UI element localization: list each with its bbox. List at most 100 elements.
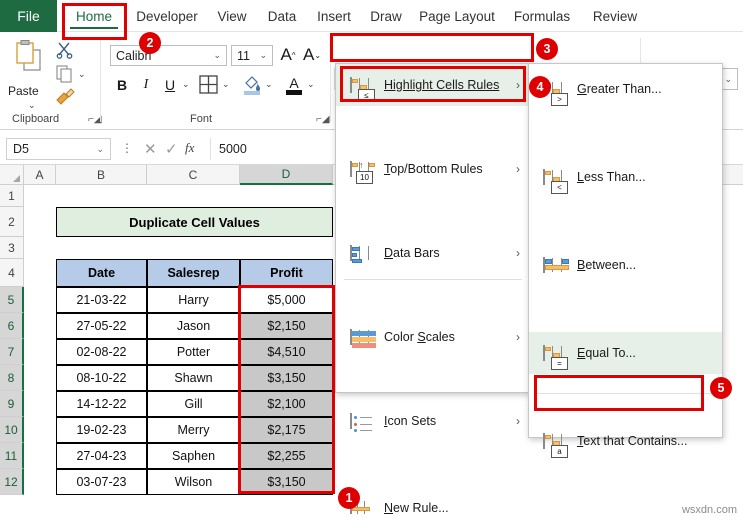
table-row[interactable]: Potter	[147, 339, 240, 365]
menu-item-top-bottom-rules[interactable]: 10 ↑ TTop/Bottom Rulesop/Bottom Rules ›	[336, 148, 530, 190]
chevron-down-icon[interactable]: ⌄	[724, 74, 732, 85]
col-header-a[interactable]: A	[24, 165, 56, 185]
insert-function-icon[interactable]: fx	[185, 140, 194, 156]
select-all-corner[interactable]	[0, 165, 24, 185]
paste-icon[interactable]	[14, 40, 48, 80]
submenu-item-greater-than[interactable]: > Greater Than...	[529, 68, 722, 110]
col-header-b[interactable]: B	[56, 165, 147, 185]
col-header-c[interactable]: C	[147, 165, 240, 185]
tab-developer[interactable]: Developer	[128, 0, 206, 32]
name-box[interactable]: D5 ⌄	[6, 138, 111, 160]
table-row[interactable]: Wilson	[147, 469, 240, 495]
table-row[interactable]: 08-10-22	[56, 365, 147, 391]
tab-insert[interactable]: Insert	[308, 0, 360, 32]
table-row[interactable]: Merry	[147, 417, 240, 443]
table-row[interactable]: 27-05-22	[56, 313, 147, 339]
formula-input-value: 5000	[219, 142, 247, 156]
row-header-7[interactable]: 7	[0, 339, 24, 365]
row-header-9[interactable]: 9	[0, 391, 24, 417]
tab-page-layout[interactable]: Page Layout	[412, 0, 502, 32]
copy-icon[interactable]	[56, 65, 76, 83]
menu-item-highlight-cells-rules[interactable]: ≤ Highlight Cells Rules ›	[336, 64, 530, 106]
table-row[interactable]: Saphen	[147, 443, 240, 469]
borders-caret-icon[interactable]: ⌄	[222, 79, 230, 90]
submenu-item-text-contains[interactable]: a Text that Contains...	[529, 420, 722, 462]
submenu-item-less-than[interactable]: < Less Than...	[529, 156, 722, 198]
tab-home[interactable]: Home	[62, 0, 126, 32]
icon-sets-icon	[350, 413, 372, 432]
table-row[interactable]: $2,100	[240, 391, 333, 417]
grow-font-button[interactable]: A ^	[278, 44, 298, 66]
font-size-combo[interactable]: 11 ⌄	[231, 45, 273, 66]
table-row[interactable]: Shawn	[147, 365, 240, 391]
row-header-6[interactable]: 6	[0, 313, 24, 339]
menu-item-label: Icon Sets	[384, 414, 437, 428]
table-row[interactable]: Jason	[147, 313, 240, 339]
table-row[interactable]: 03-07-23	[56, 469, 147, 495]
table-row[interactable]: 19-02-23	[56, 417, 147, 443]
table-row[interactable]: Harry	[147, 287, 240, 313]
row-header-1[interactable]: 1	[0, 185, 24, 207]
table-row[interactable]: 14-12-22	[56, 391, 147, 417]
cell-date: 19-02-23	[76, 423, 127, 437]
italic-button[interactable]: I	[137, 75, 155, 95]
submenu-item-equal-to[interactable]: = Equal To...	[529, 332, 722, 374]
tab-file[interactable]: File	[0, 0, 57, 32]
table-row[interactable]: $4,510	[240, 339, 333, 365]
format-painter-icon[interactable]	[55, 88, 75, 106]
shrink-font-button[interactable]: A ⌄	[302, 44, 322, 66]
fill-color-caret-icon[interactable]: ⌄	[265, 79, 273, 90]
chevron-down-icon[interactable]: ⌄	[213, 50, 221, 61]
cancel-entry-icon[interactable]: ✕	[144, 140, 157, 158]
table-header-date[interactable]: Date	[56, 259, 147, 287]
table-row[interactable]: 27-04-23	[56, 443, 147, 469]
row-header-4[interactable]: 4	[0, 259, 24, 287]
fill-color-icon[interactable]	[242, 74, 262, 96]
table-header-salesrep[interactable]: Salesrep	[147, 259, 240, 287]
table-row[interactable]: 21-03-22	[56, 287, 147, 313]
tab-formulas[interactable]: Formulas	[504, 0, 580, 32]
chevron-down-icon[interactable]: ⌄	[259, 50, 267, 61]
row-header-11[interactable]: 11	[0, 443, 24, 469]
col-header-d[interactable]: D	[240, 165, 333, 185]
row-header-12[interactable]: 12	[0, 469, 24, 495]
table-row[interactable]: 02-08-22	[56, 339, 147, 365]
menu-item-color-scales[interactable]: Color Scales ›	[336, 316, 530, 358]
confirm-entry-icon[interactable]: ✓	[165, 140, 178, 158]
row-header-5[interactable]: 5	[0, 287, 24, 313]
borders-icon[interactable]	[199, 75, 218, 94]
sheet-title-cell[interactable]: Duplicate Cell Values	[56, 207, 333, 237]
cut-scissors-icon[interactable]	[56, 41, 74, 59]
font-name-combo[interactable]: Calibri ⌄	[110, 45, 227, 66]
tab-review[interactable]: Review	[582, 0, 648, 32]
paste-caret-icon[interactable]: ⌄	[28, 100, 36, 111]
tab-draw[interactable]: Draw	[362, 0, 410, 32]
font-color-caret-icon[interactable]: ⌄	[307, 79, 315, 90]
table-row[interactable]: $2,150	[240, 313, 333, 339]
table-row[interactable]: $3,150	[240, 365, 333, 391]
table-row[interactable]: $3,150	[240, 469, 333, 495]
font-dialog-launcher[interactable]: ⌐◢	[316, 114, 330, 125]
excel-window: File Home Developer View Data Insert Dra…	[0, 0, 743, 520]
font-color-icon[interactable]: A	[284, 74, 304, 96]
row-header-2[interactable]: 2	[0, 207, 24, 237]
underline-caret-icon[interactable]: ⌄	[182, 79, 190, 90]
row-header-8[interactable]: 8	[0, 365, 24, 391]
table-row[interactable]: $2,255	[240, 443, 333, 469]
table-row[interactable]: Gill	[147, 391, 240, 417]
row-header-3[interactable]: 3	[0, 237, 24, 259]
bold-button[interactable]: B	[113, 75, 131, 95]
row-header-10[interactable]: 10	[0, 417, 24, 443]
tab-data[interactable]: Data	[258, 0, 306, 32]
table-row[interactable]: $5,000	[240, 287, 333, 313]
table-header-profit[interactable]: Profit	[240, 259, 333, 287]
menu-item-icon-sets[interactable]: Icon Sets ›	[336, 400, 530, 442]
tab-view[interactable]: View	[208, 0, 256, 32]
chevron-down-icon[interactable]: ⌄	[96, 144, 104, 155]
submenu-item-between[interactable]: Between...	[529, 244, 722, 286]
copy-caret-icon[interactable]: ⌄	[78, 69, 86, 80]
menu-item-data-bars[interactable]: Data Bars ›	[336, 232, 530, 274]
annotation-badge-3: 3	[536, 38, 558, 60]
underline-button[interactable]: U	[161, 75, 179, 95]
table-row[interactable]: $2,175	[240, 417, 333, 443]
